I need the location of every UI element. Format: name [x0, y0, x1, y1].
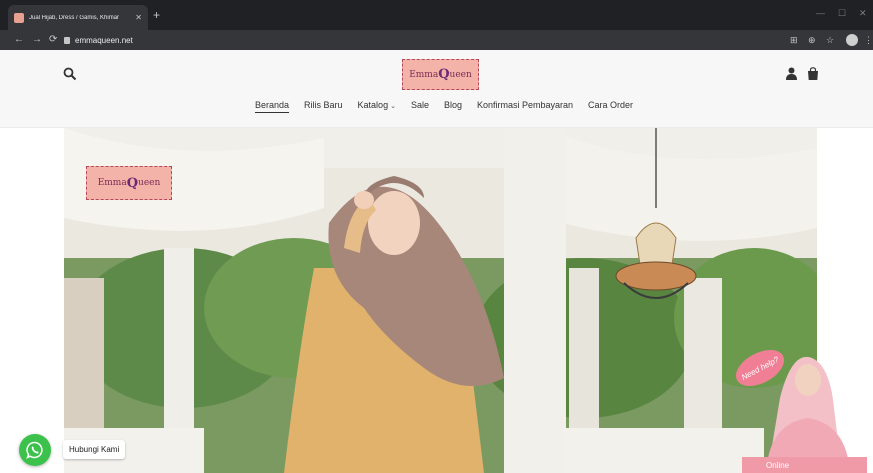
- nav-katalog-label: Katalog: [357, 100, 389, 110]
- search-icon[interactable]: [63, 67, 77, 81]
- menu-icon[interactable]: ⋮: [864, 32, 873, 48]
- forward-icon[interactable]: →: [32, 32, 42, 48]
- whatsapp-button[interactable]: [19, 434, 51, 466]
- profile-icon[interactable]: [846, 34, 858, 46]
- nav-blog[interactable]: Blog: [444, 100, 462, 113]
- url-text: emmaqueen.net: [75, 35, 133, 45]
- reload-icon[interactable]: ⟳: [49, 32, 57, 48]
- nav-beranda[interactable]: Beranda: [255, 100, 290, 113]
- minimize-icon[interactable]: —: [816, 8, 825, 18]
- back-icon[interactable]: ←: [14, 32, 24, 48]
- online-chat-button[interactable]: Online: [742, 457, 867, 473]
- star-icon[interactable]: ☆: [826, 32, 834, 48]
- tab-title: Jual Hijab, Dress / Gamis, Khimar: [29, 14, 120, 21]
- nav-sale[interactable]: Sale: [411, 100, 429, 113]
- site-logo[interactable]: Emma Q ueen: [402, 59, 479, 90]
- hero-banner[interactable]: [64, 128, 817, 473]
- logo-text: Emma: [409, 69, 439, 80]
- browser-tab[interactable]: Jual Hijab, Dress / Gamis, Khimar ✕: [8, 5, 148, 30]
- whatsapp-label[interactable]: Hubungi Kami: [63, 440, 126, 459]
- nav-katalog[interactable]: Katalog ⌄: [358, 100, 396, 113]
- hero-photo: [64, 128, 817, 473]
- hero-logo-swirl-icon: Q: [126, 175, 139, 191]
- favicon-icon: [14, 12, 24, 23]
- maximize-icon[interactable]: ☐: [838, 8, 846, 19]
- chevron-down-icon: ⌄: [390, 103, 396, 110]
- hero-logo: Emma Q ueen: [86, 166, 172, 200]
- logo-swirl-icon: Q: [438, 67, 450, 82]
- zoom-icon[interactable]: ⊕: [808, 32, 816, 48]
- translate-icon[interactable]: ⊞: [790, 32, 798, 48]
- main-nav: Beranda Rilis Baru Katalog ⌄ Sale Blog Ko…: [255, 100, 633, 113]
- hero-logo-text-end: ueen: [138, 178, 161, 188]
- lock-icon: [64, 36, 70, 44]
- close-tab-icon[interactable]: ✕: [135, 13, 142, 22]
- hero-logo-text: Emma: [97, 178, 127, 188]
- close-window-icon[interactable]: ✕: [859, 8, 867, 19]
- new-tab-icon[interactable]: +: [153, 8, 160, 22]
- nav-rilis-baru[interactable]: Rilis Baru: [304, 100, 343, 113]
- url-field[interactable]: emmaqueen.net: [64, 33, 764, 47]
- logo-text-end: ueen: [449, 69, 472, 80]
- user-icon[interactable]: [786, 67, 797, 80]
- nav-konfirmasi-pembayaran[interactable]: Konfirmasi Pembayaran: [477, 100, 573, 113]
- shopping-bag-icon[interactable]: [807, 67, 819, 80]
- whatsapp-icon: [26, 441, 43, 459]
- nav-cara-order[interactable]: Cara Order: [588, 100, 633, 113]
- help-avatar[interactable]: Need help?: [730, 338, 870, 458]
